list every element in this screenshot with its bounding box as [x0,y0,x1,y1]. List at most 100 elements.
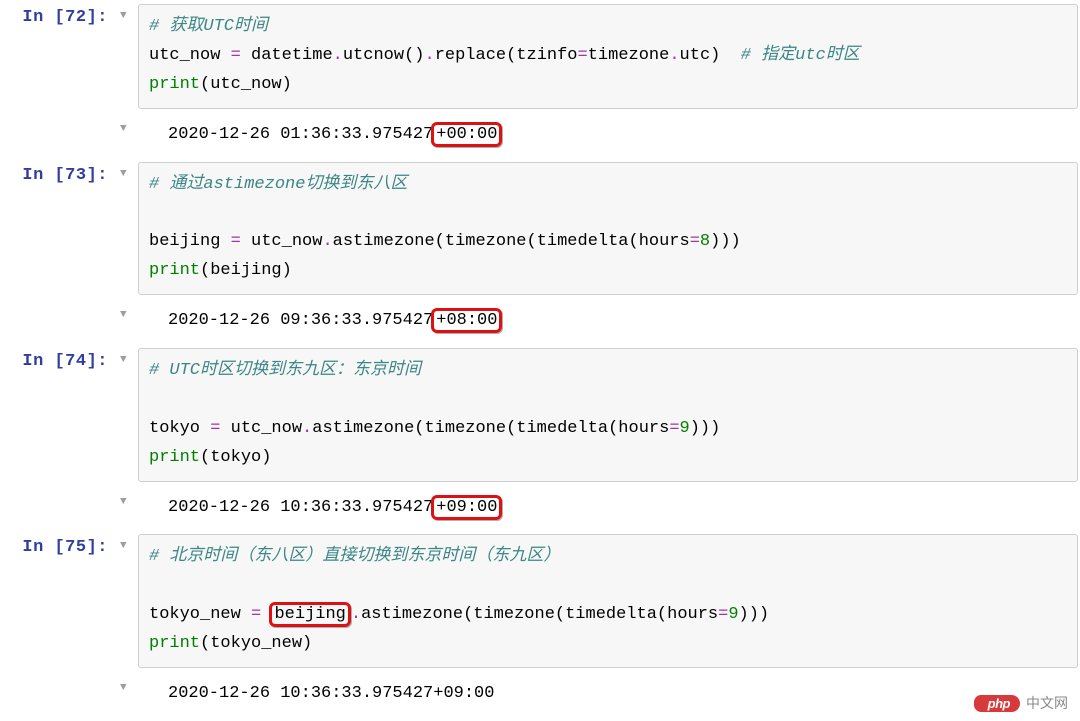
code-line [149,572,1067,601]
code-token: = [231,232,241,251]
code-token: timezone [588,46,670,65]
code-token: beijing [149,232,231,251]
code-line: print(utc_now) [149,71,1067,100]
code-token: = [669,419,679,438]
output-text: 2020-12-26 09:36:33.975427+08:00 [138,299,1080,344]
output-cell: ▼2020-12-26 09:36:33.975427+08:00 [0,299,1080,344]
code-token: # UTC时区切换到东九区：东京时间 [149,361,421,380]
collapse-icon[interactable]: ▼ [120,299,138,321]
code-line [149,199,1067,228]
collapse-icon[interactable]: ▼ [120,486,138,508]
code-line: # 获取UTC时间 [149,13,1067,42]
code-token: # 通过astimezone切换到东八区 [149,175,407,194]
output-highlight: +00:00 [431,122,502,147]
watermark: php 中文网 [974,693,1068,713]
code-token: utcnow() [343,46,425,65]
code-line: print(tokyo_new) [149,630,1067,659]
watermark-text: 中文网 [1026,693,1068,713]
input-prompt: In [72]: [0,0,120,27]
code-token: (utc_now) [200,75,292,94]
code-line: tokyo = utc_now.astimezone(timezone(time… [149,415,1067,444]
code-token: 8 [700,232,710,251]
code-token: ))) [710,232,741,251]
code-token: . [302,419,312,438]
input-prompt: In [73]: [0,158,120,185]
collapse-icon[interactable]: ▼ [120,0,138,22]
output-text: 2020-12-26 10:36:33.975427+09:00 [138,672,1080,717]
input-prompt: In [74]: [0,344,120,371]
code-token: = [231,46,241,65]
code-token: print [149,448,200,467]
code-token: astimezone(timezone(timedelta(hours [312,419,669,438]
code-token: astimezone(timezone(timedelta(hours [333,232,690,251]
output-cell: ▼2020-12-26 10:36:33.975427+09:00 [0,486,1080,531]
code-token: tokyo [149,419,210,438]
code-token: = [578,46,588,65]
code-token: # 指定utc时区 [741,46,860,65]
code-token: # 获取UTC时间 [149,17,268,36]
code-line: print(tokyo) [149,444,1067,473]
output-highlight: +09:00 [431,495,502,520]
code-line: # 北京时间（东八区）直接切换到东京时间（东九区） [149,543,1067,572]
code-token: . [333,46,343,65]
code-cell: In [72]:▼# 获取UTC时间utc_now = datetime.utc… [0,0,1080,113]
code-token: (tokyo) [200,448,271,467]
watermark-badge: php [974,695,1020,712]
code-token: utc_now [149,46,231,65]
code-token: = [690,232,700,251]
collapse-icon[interactable]: ▼ [120,530,138,552]
code-token: replace(tzinfo [435,46,578,65]
code-token: ))) [739,605,770,624]
code-token: print [149,261,200,280]
code-token: = [718,605,728,624]
code-line: beijing = utc_now.astimezone(timezone(ti… [149,228,1067,257]
highlighted-token: beijing [269,602,350,627]
output-cell: ▼ 2020-12-26 10:36:33.975427+09:00 [0,672,1080,717]
output-highlight: +08:00 [431,308,502,333]
code-token: . [351,605,361,624]
code-token: ))) [690,419,721,438]
code-token: . [669,46,679,65]
code-token: 9 [680,419,690,438]
code-token: datetime [241,46,333,65]
input-prompt: In [75]: [0,530,120,557]
code-input[interactable]: # UTC时区切换到东九区：东京时间 tokyo = utc_now.astim… [138,348,1078,482]
code-token: utc_now [220,419,302,438]
code-token: (beijing) [200,261,292,280]
output-prefix: 2020-12-26 01:36:33.975427 [168,125,433,144]
code-line [149,386,1067,415]
code-token: (tokyo_new) [200,634,312,653]
code-line: # 通过astimezone切换到东八区 [149,171,1067,200]
code-line: tokyo_new = beijing.astimezone(timezone(… [149,601,1067,630]
code-line: utc_now = datetime.utcnow().replace(tzin… [149,42,1067,71]
code-token: utc) [680,46,741,65]
code-token: print [149,634,200,653]
code-input[interactable]: # 通过astimezone切换到东八区 beijing = utc_now.a… [138,162,1078,296]
output-prefix: 2020-12-26 09:36:33.975427 [168,311,433,330]
code-token: astimezone(timezone(timedelta(hours [361,605,718,624]
code-token: . [424,46,434,65]
collapse-icon[interactable]: ▼ [120,344,138,366]
code-token: print [149,75,200,94]
code-token: tokyo_new [149,605,251,624]
code-token: = [210,419,220,438]
code-token: . [322,232,332,251]
collapse-icon[interactable]: ▼ [120,113,138,135]
code-token: # 北京时间（东八区）直接切换到东京时间（东九区） [149,547,560,566]
code-cell: In [74]:▼# UTC时区切换到东九区：东京时间 tokyo = utc_… [0,344,1080,486]
code-input[interactable]: # 北京时间（东八区）直接切换到东京时间（东九区） tokyo_new = be… [138,534,1078,668]
code-token: = [251,605,261,624]
output-text: 2020-12-26 01:36:33.975427+00:00 [138,113,1080,158]
output-prefix: 2020-12-26 10:36:33.975427+09:00 [168,684,494,703]
output-text: 2020-12-26 10:36:33.975427+09:00 [138,486,1080,531]
collapse-icon[interactable]: ▼ [120,672,138,694]
code-line: print(beijing) [149,257,1067,286]
code-token: utc_now [241,232,323,251]
output-cell: ▼2020-12-26 01:36:33.975427+00:00 [0,113,1080,158]
code-input[interactable]: # 获取UTC时间utc_now = datetime.utcnow().rep… [138,4,1078,109]
collapse-icon[interactable]: ▼ [120,158,138,180]
code-cell: In [73]:▼# 通过astimezone切换到东八区 beijing = … [0,158,1080,300]
code-line: # UTC时区切换到东九区：东京时间 [149,357,1067,386]
code-cell: In [75]:▼# 北京时间（东八区）直接切换到东京时间（东九区） tokyo… [0,530,1080,672]
code-token: 9 [728,605,738,624]
